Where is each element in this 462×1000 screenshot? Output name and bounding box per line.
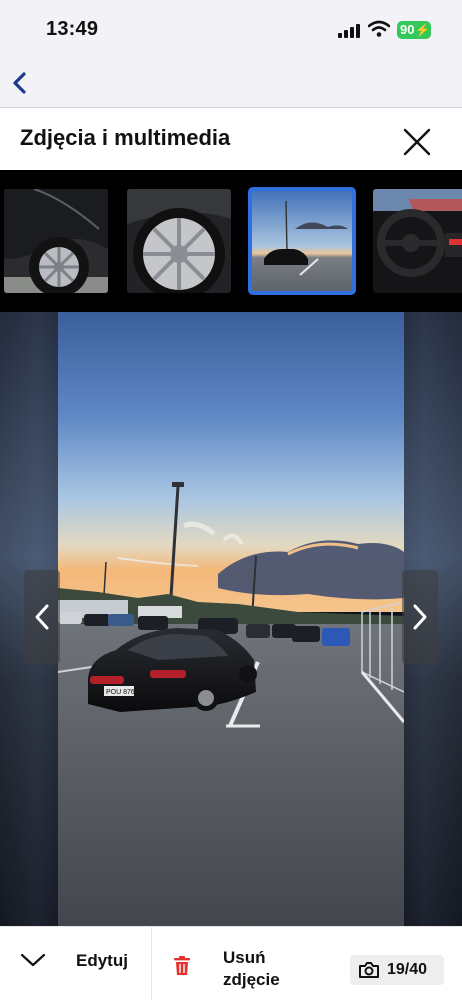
status-bar: 13:49 90 ⚡: [0, 0, 462, 60]
thumbnail-rear-wheel[interactable]: [4, 189, 108, 293]
battery-level: 90: [400, 22, 415, 37]
cellular-signal-icon: [338, 24, 360, 38]
photo-counter-text: 19/40: [387, 961, 428, 978]
photo-wheel-rim-icon: [127, 189, 231, 293]
navigation-bar: [0, 60, 462, 108]
chevron-right-icon: [413, 604, 427, 630]
camera-icon: [359, 962, 379, 978]
edit-button[interactable]: Edytuj: [0, 927, 152, 1000]
next-photo-button[interactable]: [402, 570, 438, 664]
chevron-down-icon: [20, 953, 46, 967]
charging-bolt-icon: ⚡: [415, 23, 430, 37]
photo-interior-steering-icon: [373, 189, 462, 293]
photo-counter: 19/40: [350, 955, 444, 985]
chevron-left-icon: [35, 604, 49, 630]
back-arrow-icon[interactable]: [8, 68, 36, 98]
photo-rear-wheel-icon: [4, 189, 108, 293]
page-title: Zdjęcia i multimedia: [20, 125, 231, 150]
thumbnail-car-parking[interactable]: [248, 187, 356, 295]
thumbnail-wheel-rim[interactable]: [127, 189, 231, 293]
delete-photo-button[interactable]: Usuń zdjęcie: [153, 927, 343, 1000]
previous-photo-button[interactable]: [24, 570, 60, 664]
wifi-icon: [368, 20, 390, 37]
license-plate: POU 8764: [106, 689, 139, 696]
status-time: 13:49: [46, 18, 99, 40]
main-photo[interactable]: POU 8764: [58, 312, 404, 926]
gallery-header: Zdjęcia i multimedia: [0, 108, 462, 170]
thumbnail-strip[interactable]: [0, 170, 462, 312]
delete-photo-label: Usuń zdjęcie: [223, 948, 280, 989]
close-icon[interactable]: [400, 125, 434, 159]
thumbnail-interior[interactable]: [373, 189, 462, 293]
battery-indicator: 90 ⚡: [397, 21, 431, 39]
trash-icon: [174, 956, 190, 975]
photo-viewer[interactable]: POU 8764: [0, 312, 462, 926]
photo-car-parking-icon: [250, 189, 354, 293]
bottom-toolbar: Edytuj Usuń zdjęcie 19/40: [0, 926, 462, 1000]
car-parking-photo-icon: POU 8764: [58, 312, 404, 926]
edit-button-label: Edytuj: [76, 951, 128, 970]
